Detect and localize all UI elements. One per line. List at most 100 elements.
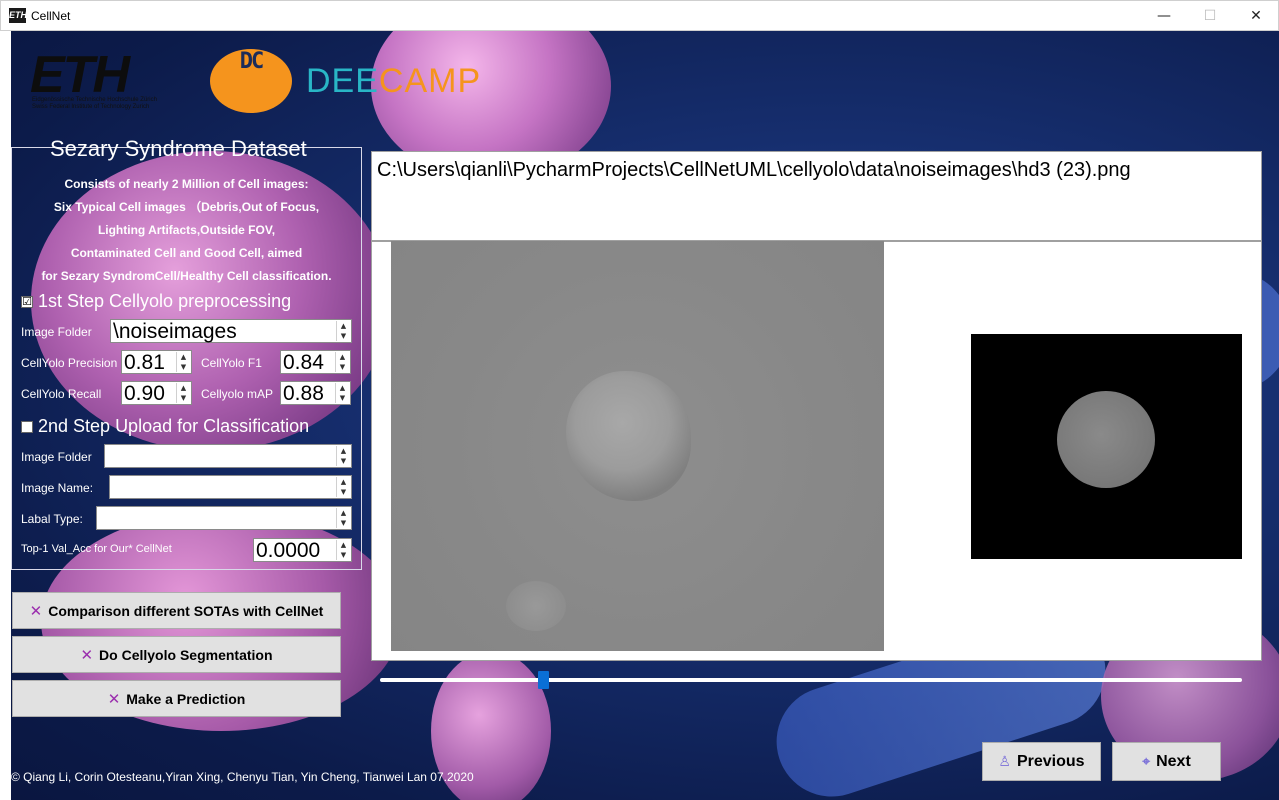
f1-label: CellYolo F1 [201,356,262,370]
chevron-down-icon[interactable]: ▼ [177,362,190,372]
spin-arrows[interactable]: ▲ ▼ [335,352,349,372]
faint-cell-shape [506,581,566,631]
chevron-up-icon[interactable]: ▲ [177,383,190,393]
image-name-field[interactable]: ▲ ▼ [109,475,352,499]
original-cell-image [391,241,884,651]
spin-arrows[interactable]: ▲ ▼ [335,383,349,403]
chevron-up-icon[interactable]: ▲ [337,446,350,456]
maximize-button[interactable]: ☐ [1187,1,1233,31]
next-label: Next [1156,752,1191,770]
cell-shape [566,371,691,501]
step1-image-folder-value: \noiseimages [113,320,237,343]
image-slider[interactable] [380,678,1242,682]
spin-arrows[interactable]: ▲ ▼ [176,352,190,372]
deecamp-camp: CAMP [378,62,482,100]
predict-button[interactable]: ✕ Make a Prediction [12,680,341,717]
precision-label: CellYolo Precision [21,356,118,370]
description-line: Consists of nearly 2 Million of Cell ima… [64,177,309,191]
segmentation-label: Do Cellyolo Segmentation [99,646,273,663]
map-label: Cellyolo mAP [201,387,274,401]
dataset-title: Sezary Syndrome Dataset [50,136,307,161]
chevron-up-icon[interactable]: ▲ [336,383,349,393]
close-button[interactable]: ✕ [1233,1,1279,31]
minimize-button[interactable]: — [1141,1,1187,31]
step2-checkbox[interactable] [21,420,33,433]
predict-label: Make a Prediction [126,690,246,707]
copyright-text: © Qiang Li, Corin Otesteanu,Yiran Xing, … [11,770,474,784]
deecamp-logo-glyph: DC [239,49,265,74]
next-button[interactable]: ⌖ Next [1112,742,1221,781]
chevron-down-icon[interactable]: ▼ [337,456,350,466]
description-line: Six Typical Cell images （Debris,Out of F… [53,200,320,214]
chevron-down-icon[interactable]: ▼ [337,518,350,528]
chevron-down-icon[interactable]: ▼ [337,487,350,497]
title-bar: ETH CellNet — ☐ ✕ [0,0,1279,31]
chevron-up-icon[interactable]: ▲ [337,321,350,331]
step2-checkbox-row[interactable]: 2nd Step Upload for Classification [21,416,309,437]
top1-label: Top-1 Val_Acc for Our* CellNet [21,543,172,555]
step2-image-folder-label: Image Folder [21,450,92,464]
chevron-up-icon[interactable]: ▲ [337,540,350,550]
f1-spinbox[interactable]: 0.84 ▲ ▼ [280,350,351,374]
chevron-up-icon[interactable]: ▲ [336,352,349,362]
app-icon: ETH [9,8,27,23]
recall-spinbox[interactable]: 0.90 ▲ ▼ [121,381,192,405]
map-value: 0.88 [283,382,324,405]
spin-arrows[interactable]: ▲ ▼ [336,508,350,528]
eth-logo-subtitle: Eidgenössische Technische Hochschule Zür… [32,97,157,110]
chevron-down-icon[interactable]: ▼ [336,362,349,372]
compare-sotas-button[interactable]: ✕ Comparison different SOTAs with CellNe… [12,592,341,629]
chevron-up-icon[interactable]: ▲ [337,477,350,487]
spin-arrows[interactable]: ▲ ▼ [336,446,350,466]
precision-spinbox[interactable]: 0.81 ▲ ▼ [121,350,192,374]
step1-label: 1st Step Cellyolo preprocessing [38,291,292,311]
segmented-cell-image [971,334,1242,559]
recall-value: 0.90 [124,382,165,405]
step2-image-folder-field[interactable]: ▲ ▼ [104,444,352,468]
deecamp-dee: DEE [306,62,379,100]
step1-checkbox-row[interactable]: ☑ 1st Step Cellyolo preprocessing [21,291,291,312]
top1-spinbox[interactable]: 0.0000 ▲ ▼ [253,538,352,562]
map-spinbox[interactable]: 0.88 ▲ ▼ [280,381,351,405]
chevron-down-icon[interactable]: ▼ [337,550,350,560]
chevron-up-icon[interactable]: ▲ [337,508,350,518]
description-line: Contaminated Cell and Good Cell, aimed [70,246,303,260]
eth-logo: ETH Eidgenössische Technische Hochschule… [30,49,196,113]
description-line: for Sezary SyndromCell/Healthy Cell clas… [41,269,332,283]
previous-button[interactable]: ♙ Previous [982,742,1101,781]
previous-label: Previous [1016,752,1085,770]
spin-arrows[interactable]: ▲ ▼ [336,477,350,497]
chevron-down-icon[interactable]: ▼ [336,393,349,403]
chevron-down-icon[interactable]: ▼ [337,331,350,341]
compare-sotas-label: Comparison different SOTAs with CellNet [48,602,324,619]
segmentation-button[interactable]: ✕ Do Cellyolo Segmentation [12,636,341,673]
description-line: Lighting Artifacts,Outside FOV, [97,223,276,237]
step1-image-folder-field[interactable]: \noiseimages ▲ ▼ [110,319,352,343]
spin-arrows[interactable]: ▲ ▼ [336,321,350,341]
step2-label: 2nd Step Upload for Classification [38,416,310,436]
eth-logo-word: ETH [30,46,130,104]
crosshair-icon: ⌖ [1142,753,1151,770]
close-icon: ✕ [107,690,121,708]
step1-image-folder-label: Image Folder [21,325,92,339]
window-title: CellNet [31,9,71,23]
step1-checkbox[interactable]: ☑ [21,295,33,308]
spin-arrows[interactable]: ▲ ▼ [176,383,190,403]
close-icon: ✕ [80,646,94,664]
user-icon: ♙ [998,753,1011,770]
chevron-down-icon[interactable]: ▼ [177,393,190,403]
label-type-field[interactable]: ▲ ▼ [96,506,352,530]
file-path-display: C:\Users\qianli\PycharmProjects\CellNetU… [371,151,1262,241]
label-type-label: Labal Type: [21,512,83,526]
image-name-label: Image Name: [21,481,94,495]
precision-value: 0.81 [124,351,165,374]
spin-arrows[interactable]: ▲ ▼ [336,540,350,560]
close-icon: ✕ [29,602,43,620]
chevron-up-icon[interactable]: ▲ [177,352,190,362]
f1-value: 0.84 [283,351,324,374]
image-slider-handle[interactable] [538,671,550,689]
top1-value: 0.0000 [256,539,321,562]
deecamp-logo-text: DEECAMP [306,62,481,101]
deecamp-logo-icon: DC [210,49,292,113]
segmented-cell-shape [1057,391,1155,488]
